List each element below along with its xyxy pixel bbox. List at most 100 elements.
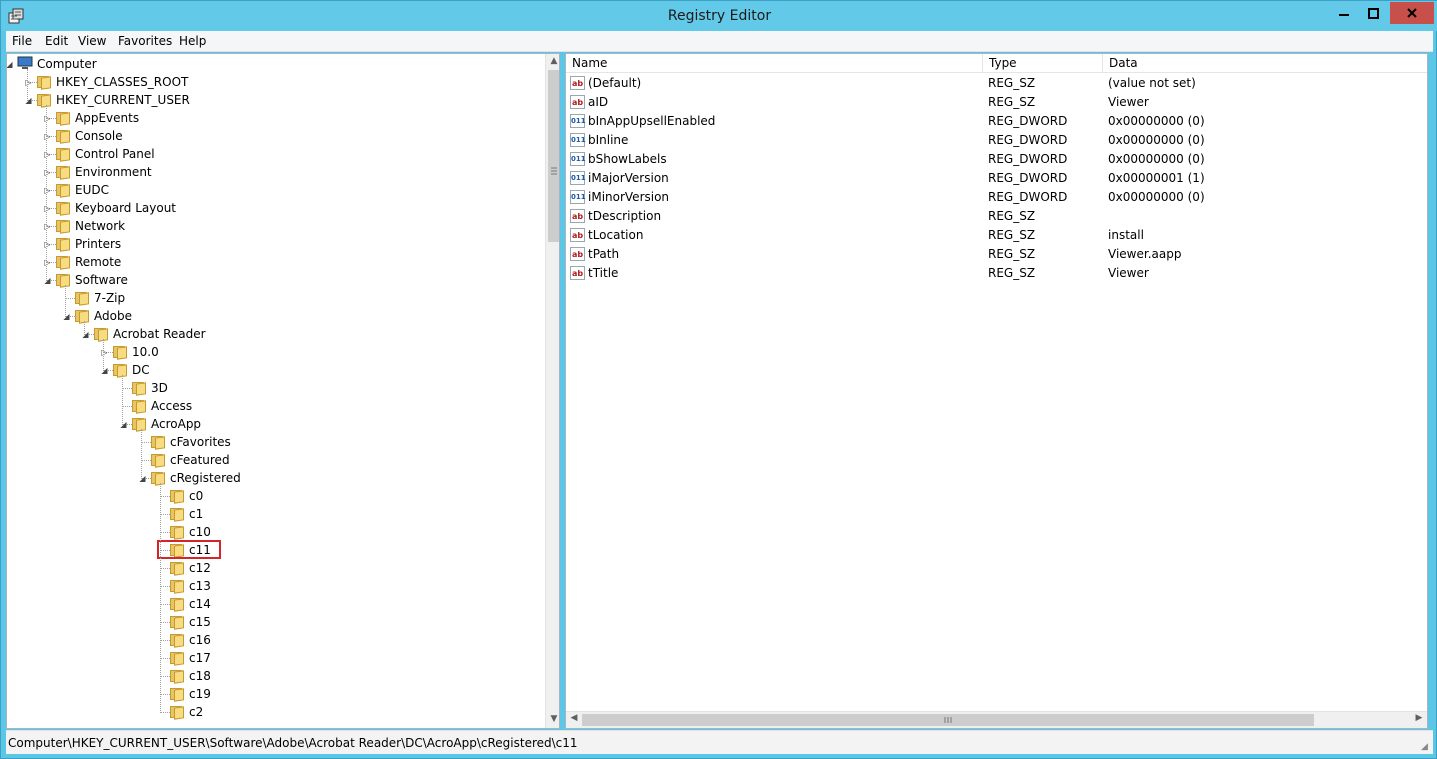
tree-item[interactable]: 7-Zip — [74, 289, 125, 307]
tree-vertical-scrollbar[interactable]: ▲ ▼ — [545, 54, 559, 728]
value-type: REG_DWORD — [988, 171, 1068, 185]
collapsed-arrow-icon[interactable]: ▷ — [43, 168, 52, 177]
value-name[interactable]: (Default) — [588, 74, 641, 93]
collapsed-arrow-icon[interactable]: ▷ — [43, 258, 52, 267]
value-type: REG_SZ — [988, 95, 1036, 109]
tree-item[interactable]: c18 — [169, 667, 211, 685]
tree-item[interactable]: DC — [112, 361, 150, 379]
tree-item[interactable]: Network — [55, 217, 125, 235]
tree-item-label: Acrobat Reader — [113, 327, 206, 341]
value-name[interactable]: tLocation — [588, 226, 643, 245]
collapsed-arrow-icon[interactable]: ▷ — [100, 348, 109, 357]
tree-item[interactable]: Control Panel — [55, 145, 155, 163]
value-name[interactable]: tDescription — [588, 207, 661, 226]
menu-file[interactable]: File — [12, 34, 32, 48]
tree-item[interactable]: c14 — [169, 595, 211, 613]
tree-item[interactable]: Remote — [55, 253, 121, 271]
folder-icon — [169, 597, 185, 612]
tree-item[interactable]: AppEvents — [55, 109, 139, 127]
menu-bar: File Edit View Favorites Help — [6, 31, 1433, 52]
scroll-up-icon[interactable]: ▲ — [546, 56, 559, 66]
menu-help[interactable]: Help — [179, 34, 206, 48]
collapsed-arrow-icon[interactable]: ▷ — [43, 114, 52, 123]
tree-item[interactable]: c10 — [169, 523, 211, 541]
tree-item[interactable]: c17 — [169, 649, 211, 667]
tree-item[interactable]: c13 — [169, 577, 211, 595]
collapsed-arrow-icon[interactable]: ▷ — [43, 186, 52, 195]
minimize-icon — [1338, 14, 1349, 16]
menu-favorites[interactable]: Favorites — [118, 34, 172, 48]
expanded-arrow-icon[interactable]: ◢ — [100, 366, 109, 375]
value-name[interactable]: bShowLabels — [588, 150, 667, 169]
tree-item[interactable]: Environment — [55, 163, 152, 181]
tree-scroll-thumb[interactable] — [548, 70, 559, 242]
expanded-arrow-icon[interactable]: ◢ — [81, 330, 90, 339]
tree-item[interactable]: Console — [55, 127, 123, 145]
resize-grip-icon[interactable]: ◢ — [1421, 742, 1431, 752]
collapsed-arrow-icon[interactable]: ▷ — [43, 132, 52, 141]
key-tree-pane[interactable]: ◢ Computer ▷ HKEY_CLASSES_ROOT ◢ HKEY_CURRENT… — [6, 53, 560, 729]
expanded-arrow-icon[interactable]: ◢ — [43, 276, 52, 285]
folder-icon — [36, 93, 52, 108]
tree-item[interactable]: c16 — [169, 631, 211, 649]
value-name[interactable]: aID — [588, 93, 608, 112]
tree-item[interactable]: HKEY_CLASSES_ROOT — [36, 73, 188, 91]
value-data: Viewer — [1108, 266, 1149, 280]
expanded-arrow-icon[interactable]: ◢ — [7, 60, 14, 69]
value-name[interactable]: bInline — [588, 131, 628, 150]
tree-item[interactable]: cFeatured — [150, 451, 230, 469]
tree-item-label: c12 — [189, 561, 211, 575]
tree-item[interactable]: c2 — [169, 703, 203, 721]
scroll-down-icon[interactable]: ▼ — [546, 714, 559, 724]
tree-item[interactable]: c19 — [169, 685, 211, 703]
tree-item[interactable]: Adobe — [74, 307, 132, 325]
collapsed-arrow-icon[interactable]: ▷ — [43, 222, 52, 231]
menu-view[interactable]: View — [78, 34, 106, 48]
values-scroll-thumb[interactable] — [582, 714, 1314, 726]
tree-item[interactable]: c15 — [169, 613, 211, 631]
tree-item[interactable]: Acrobat Reader — [93, 325, 206, 343]
value-type: REG_SZ — [988, 247, 1036, 261]
scroll-left-icon[interactable]: ◀ — [566, 713, 582, 723]
tree-item[interactable]: 3D — [131, 379, 168, 397]
tree-item[interactable]: 10.0 — [112, 343, 159, 361]
expanded-arrow-icon[interactable]: ◢ — [62, 312, 71, 321]
value-name[interactable]: iMinorVersion — [588, 188, 669, 207]
selected-key-highlight — [157, 540, 221, 559]
tree-item[interactable]: c0 — [169, 487, 203, 505]
tree-item[interactable]: cFavorites — [150, 433, 231, 451]
column-data[interactable]: Data — [1103, 54, 1427, 73]
column-type[interactable]: Type — [983, 54, 1103, 73]
tree-item[interactable]: c1 — [169, 505, 203, 523]
maximize-button[interactable] — [1357, 2, 1389, 24]
collapsed-arrow-icon[interactable]: ▷ — [43, 150, 52, 159]
tree-item[interactable]: Printers — [55, 235, 121, 253]
collapsed-arrow-icon[interactable]: ▷ — [43, 240, 52, 249]
expanded-arrow-icon[interactable]: ◢ — [138, 474, 147, 483]
values-list-pane[interactable]: Name Type Data ab (Default) REG_SZ (value n… — [565, 53, 1428, 729]
tree-guide-line — [103, 339, 104, 371]
collapsed-arrow-icon[interactable]: ▷ — [43, 204, 52, 213]
tree-item[interactable]: EUDC — [55, 181, 109, 199]
tree-item[interactable]: Keyboard Layout — [55, 199, 176, 217]
close-button[interactable] — [1390, 2, 1434, 24]
menu-edit[interactable]: Edit — [45, 34, 68, 48]
value-name[interactable]: tTitle — [588, 264, 618, 283]
tree-item[interactable]: HKEY_CURRENT_USER — [36, 91, 190, 109]
value-name[interactable]: tPath — [588, 245, 619, 264]
tree-item[interactable]: c12 — [169, 559, 211, 577]
expanded-arrow-icon[interactable]: ◢ — [24, 96, 33, 105]
value-name[interactable]: bInAppUpsellEnabled — [588, 112, 715, 131]
tree-item[interactable]: Computer — [17, 55, 97, 73]
tree-item[interactable]: cRegistered — [150, 469, 241, 487]
collapsed-arrow-icon[interactable]: ▷ — [24, 78, 33, 87]
column-name[interactable]: Name — [566, 54, 983, 73]
value-name[interactable]: iMajorVersion — [588, 169, 669, 188]
expanded-arrow-icon[interactable]: ◢ — [119, 420, 128, 429]
scroll-right-icon[interactable]: ▶ — [1411, 713, 1427, 723]
minimize-button[interactable] — [1330, 2, 1357, 24]
values-horizontal-scrollbar[interactable]: ◀ ▶ — [566, 711, 1427, 728]
status-bar: Computer\HKEY_CURRENT_USER\Software\Adob… — [6, 730, 1433, 754]
tree-item[interactable]: Access — [131, 397, 192, 415]
title-bar[interactable]: Registry Editor — [1, 1, 1437, 31]
